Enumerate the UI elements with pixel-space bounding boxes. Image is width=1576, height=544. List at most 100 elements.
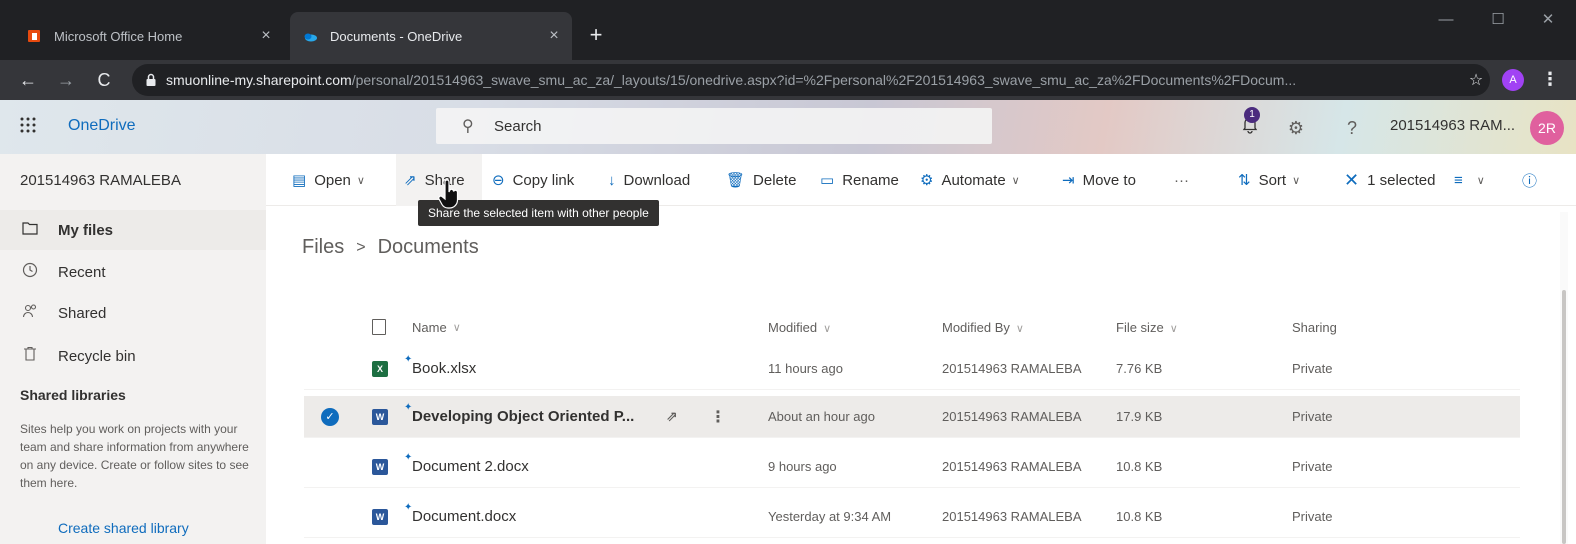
file-size-column-header[interactable]: File size ∨ [1116, 320, 1292, 335]
list-view-icon: ≡ [1454, 171, 1463, 189]
forward-icon[interactable]: → [54, 68, 78, 92]
sharing-cell: Private [1292, 409, 1333, 424]
modified-by-column-header[interactable]: Modified By ∨ [942, 320, 1116, 335]
back-icon[interactable]: ← [16, 68, 40, 92]
sharing-cell: Private [1292, 509, 1333, 524]
selected-count-label: 1 selected [1367, 171, 1436, 189]
nav-item-shared[interactable]: Shared [0, 293, 266, 333]
trash-icon [20, 346, 40, 366]
new-file-icon: ✦ [404, 402, 413, 413]
browser-profile-avatar[interactable]: A [1502, 69, 1524, 91]
rename-button[interactable]: ▭ Rename [820, 154, 899, 206]
chevron-down-icon: ∨ [1015, 322, 1024, 335]
delete-button[interactable]: 🗑 Delete [726, 154, 796, 206]
table-row[interactable]: ✓ W ✦ Developing Object Oriented P... ⇗ ⋮… [304, 396, 1520, 438]
modified-by-cell: 201514963 RAMALEBA [942, 361, 1082, 376]
file-list-header: Name ∨ Modified ∨ Modified By ∨ File size ∨ … [304, 306, 1520, 348]
close-tab-icon[interactable]: × [254, 27, 278, 45]
more-actions-icon[interactable]: ⋮ [710, 407, 726, 427]
chevron-down-icon: ∨ [1476, 174, 1485, 187]
app-launcher-icon[interactable] [20, 117, 40, 137]
move-to-button[interactable]: ⇥ Move to [1062, 154, 1136, 206]
nav-item-recent[interactable]: Recent [0, 252, 266, 292]
office-logo-icon [28, 30, 40, 42]
help-icon[interactable]: ? [1338, 114, 1366, 142]
user-avatar[interactable]: 2R [1530, 111, 1564, 145]
share-icon[interactable]: ⇗ [666, 408, 678, 425]
info-icon: ⓘ [1522, 172, 1538, 190]
name-column-header[interactable]: Name ∨ [412, 320, 768, 335]
rename-label: Rename [842, 171, 899, 189]
more-commands-button[interactable]: ··· [1174, 154, 1189, 206]
checkmark-icon: ✓ [321, 407, 339, 426]
sharing-column-header[interactable]: Sharing [1292, 320, 1412, 335]
modified-cell: 9 hours ago [768, 459, 837, 474]
search-box[interactable]: ⚲ Search [436, 108, 992, 144]
breadcrumb-documents: Documents [377, 236, 479, 258]
word-file-icon: W [372, 508, 388, 525]
search-placeholder: Search [494, 117, 542, 135]
table-row[interactable]: W ✦ Document 2.docx 9 hours ago 201514963… [304, 446, 1520, 488]
modified-column-header[interactable]: Modified ∨ [768, 320, 942, 335]
open-button[interactable]: ▤ Open ∨ [292, 154, 365, 206]
maximize-icon[interactable]: ☐ [1478, 8, 1518, 32]
file-name[interactable]: Developing Object Oriented P... [412, 408, 634, 425]
file-size-cell: 10.8 KB [1116, 509, 1163, 524]
nav-item-my-files[interactable]: My files [0, 210, 266, 250]
document-icon [372, 319, 386, 335]
sharing-cell: Private [1292, 361, 1333, 376]
file-name[interactable]: Document.docx [412, 508, 516, 525]
row-checkbox[interactable]: ✓ [304, 407, 356, 426]
trash-icon: 🗑 [726, 172, 746, 189]
info-pane-button[interactable]: ⓘ [1522, 154, 1545, 206]
modified-by-cell: 201514963 RAMALEBA [942, 409, 1082, 424]
chevron-down-icon: ∨ [1011, 174, 1020, 187]
breadcrumb: Files > Documents [302, 236, 479, 259]
reload-icon[interactable]: C [92, 68, 116, 92]
close-window-icon[interactable]: ✕ [1528, 8, 1568, 32]
url-path: /personal/201514963_swave_smu_ac_za/_lay… [351, 72, 1297, 88]
settings-gear-icon[interactable]: ⚙ [1282, 114, 1310, 142]
file-size-cell: 10.8 KB [1116, 459, 1163, 474]
folder-icon [20, 221, 40, 239]
onedrive-cloud-icon [304, 33, 317, 42]
url-host: smuonline-my.sharepoint.com [166, 72, 352, 88]
file-type-header[interactable] [356, 319, 412, 335]
modified-cell: 11 hours ago [768, 361, 843, 376]
clear-selection-button[interactable]: ✕ 1 selected [1344, 154, 1435, 206]
minimize-icon[interactable]: — [1426, 8, 1466, 32]
user-name[interactable]: 201514963 RAM... [1390, 117, 1515, 134]
bookmark-star-icon[interactable]: ☆ [1462, 70, 1490, 90]
modified-cell: About an hour ago [768, 409, 875, 424]
browser-menu-icon[interactable]: ⋮ [1540, 68, 1560, 92]
new-tab-button[interactable]: + [582, 22, 610, 50]
word-file-icon: W [372, 458, 388, 475]
open-icon: ▤ [292, 172, 307, 189]
table-row[interactable]: X ✦ Book.xlsx 11 hours ago 201514963 RAMA… [304, 348, 1520, 390]
rename-icon: ▭ [820, 172, 835, 189]
file-name[interactable]: Document 2.docx [412, 458, 529, 475]
file-name[interactable]: Book.xlsx [412, 360, 476, 377]
nav-item-label: Recent [58, 263, 106, 281]
left-navigation: 201514963 RAMALEBA My files Recent Share… [0, 154, 266, 544]
tab-onedrive[interactable]: Documents - OneDrive × [290, 12, 572, 60]
chevron-down-icon: ∨ [356, 174, 365, 187]
create-shared-library-link[interactable]: Create shared library [58, 520, 189, 536]
url-text: smuonline-my.sharepoint.com/personal/201… [166, 72, 1462, 88]
new-file-icon: ✦ [404, 502, 413, 513]
sort-button[interactable]: ⇅ Sort ∨ [1238, 154, 1300, 206]
breadcrumb-files[interactable]: Files [302, 236, 344, 259]
table-row[interactable]: W ✦ Document.docx Yesterday at 9:34 AM 20… [304, 496, 1520, 538]
automate-button[interactable]: ⚙ Automate ∨ [920, 154, 1020, 206]
nav-item-label: Recycle bin [58, 347, 136, 365]
download-button[interactable]: ↓ Download [608, 154, 690, 206]
view-options-button[interactable]: ≡ ∨ [1454, 154, 1485, 206]
nav-item-recycle-bin[interactable]: Recycle bin [0, 336, 266, 376]
omnibox[interactable]: smuonline-my.sharepoint.com/personal/201… [132, 64, 1490, 96]
close-tab-icon[interactable]: × [542, 27, 566, 45]
scrollbar-thumb[interactable] [1562, 290, 1566, 544]
tab-office-home[interactable]: Microsoft Office Home × [14, 12, 284, 60]
copy-link-button[interactable]: ⊖ Copy link [492, 154, 574, 206]
app-name[interactable]: OneDrive [68, 117, 136, 135]
link-icon: ⊖ [492, 172, 505, 189]
